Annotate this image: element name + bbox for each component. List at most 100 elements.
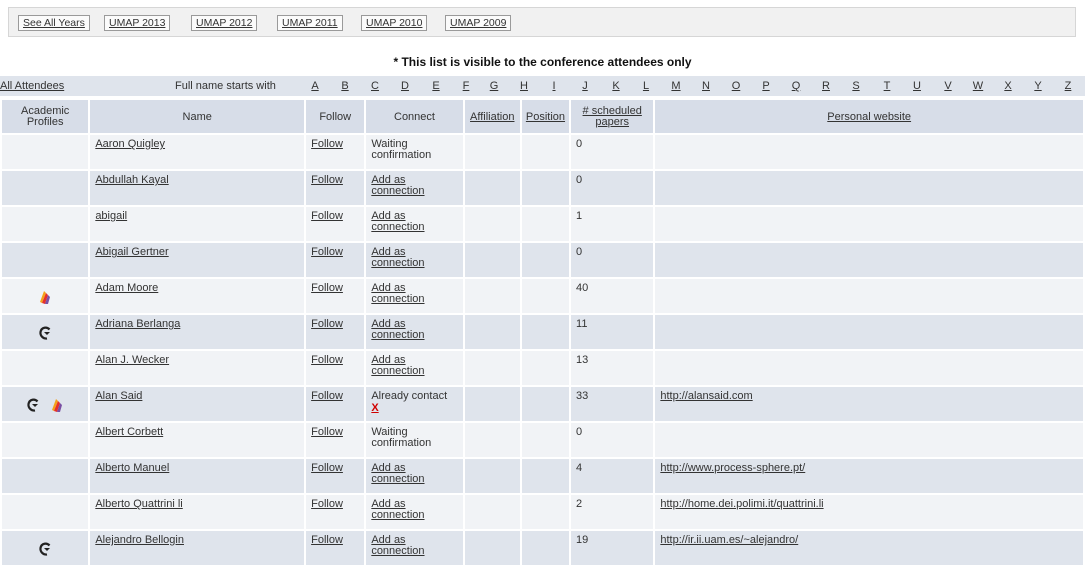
year-2010-button[interactable]: UMAP 2010 [361,15,428,31]
letter-filter-s[interactable]: S [850,80,862,92]
header-personal-website[interactable]: Personal website [655,100,1083,133]
add-connection-link[interactable]: Add as connection [366,207,462,233]
follow-link[interactable]: Follow [306,171,364,186]
citeulike-icon[interactable] [37,541,53,557]
follow-link[interactable]: Follow [306,351,364,366]
scheduled-papers-cell: 13 [571,351,654,385]
mendeley-icon[interactable] [37,289,53,305]
scheduled-papers-cell: 0 [571,171,654,205]
attendee-name-link[interactable]: Alejandro Bellogin [90,531,304,546]
letter-filter-h[interactable]: H [518,80,530,92]
year-2013-button[interactable]: UMAP 2013 [104,15,171,31]
add-connection-link[interactable]: Add as connection [366,171,462,197]
follow-link[interactable]: Follow [306,531,364,546]
follow-link[interactable]: Follow [306,279,364,294]
follow-link[interactable]: Follow [306,243,364,258]
attendee-name-link[interactable]: Abdullah Kayal [90,171,304,186]
personal-website-link[interactable]: http://home.dei.polimi.it/quattrini.li [655,495,1083,510]
see-all-years-button[interactable]: See All Years [18,15,90,31]
letter-filter-v[interactable]: V [942,80,954,92]
follow-link[interactable]: Follow [306,207,364,222]
letter-filter-w[interactable]: W [972,80,984,92]
sort-website-link[interactable]: Personal website [827,111,911,123]
year-2012-button[interactable]: UMAP 2012 [191,15,258,31]
attendee-name-link[interactable]: Albert Corbett [90,423,304,438]
add-connection-link[interactable]: Add as connection [366,495,462,521]
profile-icons [2,171,88,181]
letter-filter-o[interactable]: O [730,80,742,92]
profile-icons [2,135,88,145]
connect-cell: Waiting confirmation [366,423,463,457]
letter-filter-x[interactable]: X [1002,80,1014,92]
letter-filter-d[interactable]: D [399,80,411,92]
letter-filter-j[interactable]: J [579,80,591,92]
letter-filter-k[interactable]: K [610,80,622,92]
attendees-table: Academic Profiles Name Follow Connect Af… [0,98,1085,567]
letter-filter-z[interactable]: Z [1062,80,1074,92]
letter-filter-c[interactable]: C [369,80,381,92]
add-connection-link[interactable]: Add as connection [366,459,462,485]
attendee-name-link[interactable]: Alberto Manuel [90,459,304,474]
letter-filter-u[interactable]: U [911,80,923,92]
letter-filter-q[interactable]: Q [790,80,802,92]
citeulike-icon[interactable] [25,397,41,413]
follow-link[interactable]: Follow [306,315,364,330]
add-connection-link[interactable]: Add as connection [366,531,462,557]
mendeley-icon[interactable] [49,397,65,413]
table-row: Alberto Quattrini li Follow Add as connect… [2,495,1083,529]
attendee-name-link[interactable]: Alan J. Wecker [90,351,304,366]
letter-filter-t[interactable]: T [881,80,893,92]
year-2009-button[interactable]: UMAP 2009 [445,15,512,31]
follow-link[interactable]: Follow [306,495,364,510]
letter-filter-l[interactable]: L [640,80,652,92]
letter-filter-p[interactable]: P [760,80,772,92]
follow-link[interactable]: Follow [306,387,364,402]
letter-filter-g[interactable]: G [488,80,500,92]
attendee-name-link[interactable]: abigail [90,207,304,222]
sort-affiliation-link[interactable]: Affiliation [470,111,514,123]
attendee-name-link[interactable]: Abigail Gertner [90,243,304,258]
citeulike-icon[interactable] [37,325,53,341]
letter-filter-f[interactable]: F [460,80,472,92]
scheduled-papers-cell: 40 [571,279,654,313]
personal-website-cell [655,207,1083,241]
header-affiliation[interactable]: Affiliation [464,100,520,133]
letter-filter-e[interactable]: E [430,80,442,92]
letter-filter-r[interactable]: R [820,80,832,92]
attendee-name-link[interactable]: Aaron Quigley [90,135,304,150]
add-connection-link[interactable]: Add as connection [366,315,462,341]
personal-website-link[interactable]: http://alansaid.com [655,387,1083,402]
add-connection-link[interactable]: Add as connection [366,279,462,305]
letter-filter-a[interactable]: A [309,80,321,92]
follow-cell: Follow [306,495,365,529]
letter-filter-y[interactable]: Y [1032,80,1044,92]
attendee-name-link[interactable]: Adriana Berlanga [90,315,304,330]
follow-link[interactable]: Follow [306,423,364,438]
letter-filter-n[interactable]: N [700,80,712,92]
sort-papers-link[interactable]: # scheduled papers [583,105,642,128]
add-connection-link[interactable]: Add as connection [366,351,462,377]
year-2011-button[interactable]: UMAP 2011 [277,15,343,31]
profile-icons [2,351,88,361]
header-position[interactable]: Position [521,100,570,133]
remove-contact-button[interactable]: X [371,402,378,414]
add-connection-link[interactable]: Add as connection [366,243,462,269]
position-cell [521,243,570,277]
academic-profiles-cell [2,315,89,349]
attendee-name-link[interactable]: Alberto Quattrini li [90,495,304,510]
personal-website-cell [655,279,1083,313]
letter-filter-b[interactable]: B [339,80,351,92]
personal-website-link[interactable]: http://ir.ii.uam.es/~alejandro/ [655,531,1083,546]
name-cell: Alejandro Bellogin [90,531,305,565]
attendee-name-link[interactable]: Alan Said [90,387,304,402]
letter-filter-m[interactable]: M [670,80,682,92]
follow-link[interactable]: Follow [306,135,364,150]
personal-website-link[interactable]: http://www.process-sphere.pt/ [655,459,1083,474]
all-attendees-link[interactable]: All Attendees [0,80,64,92]
attendee-name-link[interactable]: Adam Moore [90,279,304,294]
letter-filter-i[interactable]: I [548,80,560,92]
follow-link[interactable]: Follow [306,459,364,474]
sort-position-link[interactable]: Position [526,111,565,123]
header-scheduled-papers[interactable]: # scheduled papers [571,100,654,133]
name-cell: Alberto Quattrini li [90,495,305,529]
